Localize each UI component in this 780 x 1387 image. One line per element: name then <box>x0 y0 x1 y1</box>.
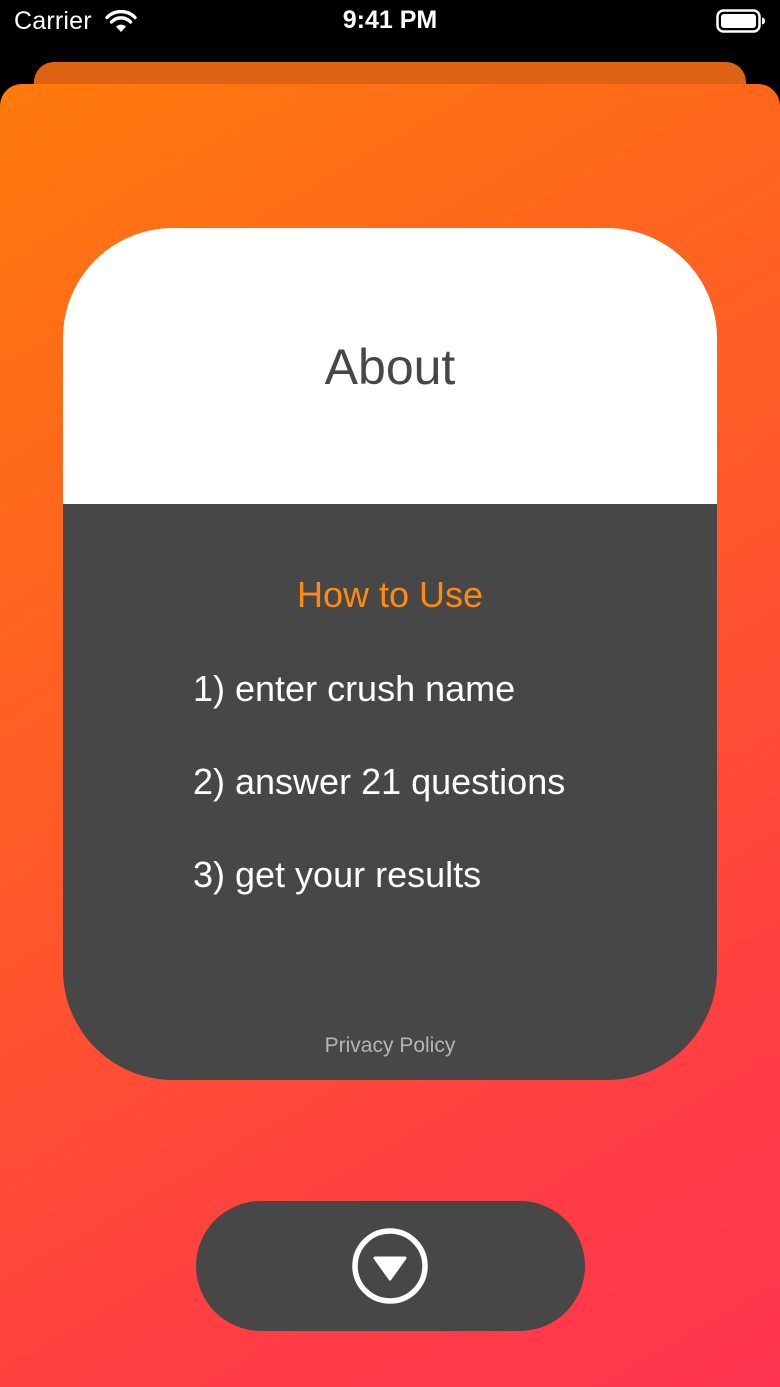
step-item: 3) get your results <box>193 854 482 895</box>
card-header: About <box>63 228 717 504</box>
battery-icon <box>716 9 765 33</box>
privacy-policy-link[interactable]: Privacy Policy <box>63 1034 717 1058</box>
step-item: 2) answer 21 questions <box>193 761 566 802</box>
how-to-use-heading: How to Use <box>296 574 484 615</box>
page-title: About <box>324 339 456 395</box>
modal-sheet: About How to Use 1) enter crush name 2) … <box>0 84 780 1387</box>
clock: 9:41 PM <box>342 6 438 34</box>
chevron-down-circle-icon <box>352 1228 428 1304</box>
screen: Carrier 9:41 PM About How to Use 1) ente… <box>0 0 780 1387</box>
dismiss-button[interactable] <box>196 1201 585 1331</box>
status-bar: Carrier 9:41 PM <box>0 0 780 44</box>
about-card: About How to Use 1) enter crush name 2) … <box>63 228 717 1080</box>
step-item: 1) enter crush name <box>193 668 516 709</box>
